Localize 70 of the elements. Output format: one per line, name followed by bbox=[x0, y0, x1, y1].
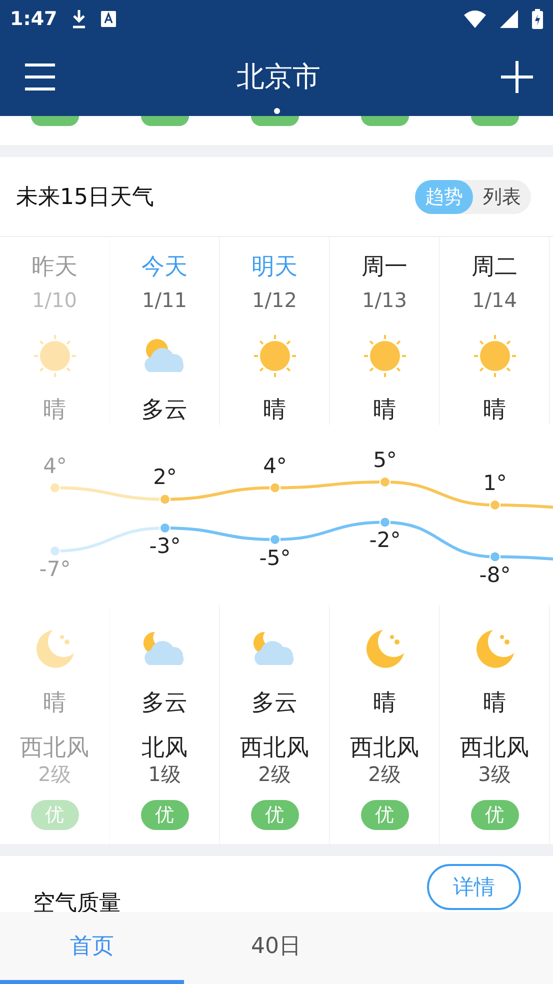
wind-level: 2级 bbox=[258, 762, 291, 786]
wind-level: 3级 bbox=[478, 762, 511, 786]
day-label: 周二 bbox=[472, 253, 518, 282]
wind-level: 1级 bbox=[148, 762, 181, 786]
date-label: 1/14 bbox=[472, 288, 517, 312]
wind-level: 2级 bbox=[368, 762, 401, 786]
high-temperature: 2° bbox=[153, 465, 177, 490]
condition-label: 晴 bbox=[373, 689, 396, 718]
nav-tab[interactable]: 首页 bbox=[0, 912, 184, 984]
condition-label: 晴 bbox=[373, 396, 396, 425]
low-temperature: -3° bbox=[149, 534, 181, 558]
condition-label: 晴 bbox=[43, 689, 66, 718]
condition-label: 晴 bbox=[43, 396, 66, 425]
aqi-badge bbox=[361, 116, 409, 126]
date-label: 1/13 bbox=[362, 288, 407, 312]
condition-label: 晴 bbox=[263, 396, 286, 425]
low-temperature: -2° bbox=[369, 528, 401, 552]
date-label: 1/10 bbox=[32, 288, 77, 312]
aqi-badge bbox=[471, 116, 519, 126]
day-label: 昨天 bbox=[32, 253, 78, 282]
aqi-badge: 优 bbox=[30, 800, 78, 830]
aqi-badge: 优 bbox=[140, 800, 188, 830]
menu-icon[interactable] bbox=[24, 63, 56, 91]
low-temperature: -7° bbox=[39, 557, 71, 581]
wind-direction: 西北风 bbox=[350, 734, 419, 762]
condition-label: 多云 bbox=[252, 689, 298, 718]
wind-direction: 西北风 bbox=[20, 734, 89, 762]
aqi-badge bbox=[141, 116, 189, 126]
city-title: 北京市 bbox=[236, 59, 320, 95]
date-label: 1/12 bbox=[252, 288, 297, 312]
signal-icon bbox=[500, 10, 518, 28]
battery-icon bbox=[532, 9, 543, 29]
date-label: 1/11 bbox=[142, 288, 187, 312]
wind-direction: 北风 bbox=[142, 734, 188, 762]
high-temperature: 4° bbox=[43, 454, 67, 478]
condition-label: 晴 bbox=[483, 396, 506, 425]
wifi-icon bbox=[464, 10, 486, 28]
download-icon bbox=[71, 9, 88, 29]
aqi-badge bbox=[251, 116, 299, 126]
status-time: 1:47 bbox=[10, 8, 58, 30]
aqi-badge bbox=[31, 116, 79, 126]
keyboard-icon bbox=[101, 11, 116, 27]
aqi-badge: 优 bbox=[470, 800, 518, 830]
high-temperature: 5° bbox=[373, 448, 397, 472]
details-button[interactable]: 详情 bbox=[427, 864, 521, 910]
wind-level: 2级 bbox=[38, 762, 71, 786]
condition-label: 晴 bbox=[483, 689, 506, 718]
day-label: 周一 bbox=[362, 253, 408, 282]
day-label: 明天 bbox=[252, 253, 298, 282]
low-temperature: -8° bbox=[479, 562, 511, 587]
section-title: 未来15日天气 bbox=[16, 184, 154, 212]
condition-label: 多云 bbox=[142, 396, 188, 425]
nav-tab[interactable]: 40日 bbox=[184, 912, 368, 984]
high-temperature: 1° bbox=[483, 471, 507, 495]
wind-direction: 西北风 bbox=[240, 734, 309, 762]
sun-icon bbox=[472, 333, 518, 379]
sun-icon bbox=[32, 333, 78, 379]
high-temperature: 4° bbox=[263, 454, 287, 478]
view-toggle-option[interactable]: 列表 bbox=[473, 180, 531, 214]
sun-icon bbox=[362, 333, 408, 379]
page-indicator bbox=[274, 108, 280, 114]
low-temperature: -5° bbox=[259, 546, 291, 570]
condition-label: 多云 bbox=[142, 689, 188, 718]
day-label: 今天 bbox=[142, 253, 188, 282]
aqi-badge: 优 bbox=[250, 800, 298, 830]
sun-icon bbox=[252, 333, 298, 379]
add-icon[interactable] bbox=[501, 61, 533, 93]
wind-direction: 西北风 bbox=[460, 734, 529, 762]
aqi-badge: 优 bbox=[360, 800, 408, 830]
view-toggle-option[interactable]: 趋势 bbox=[415, 180, 473, 214]
